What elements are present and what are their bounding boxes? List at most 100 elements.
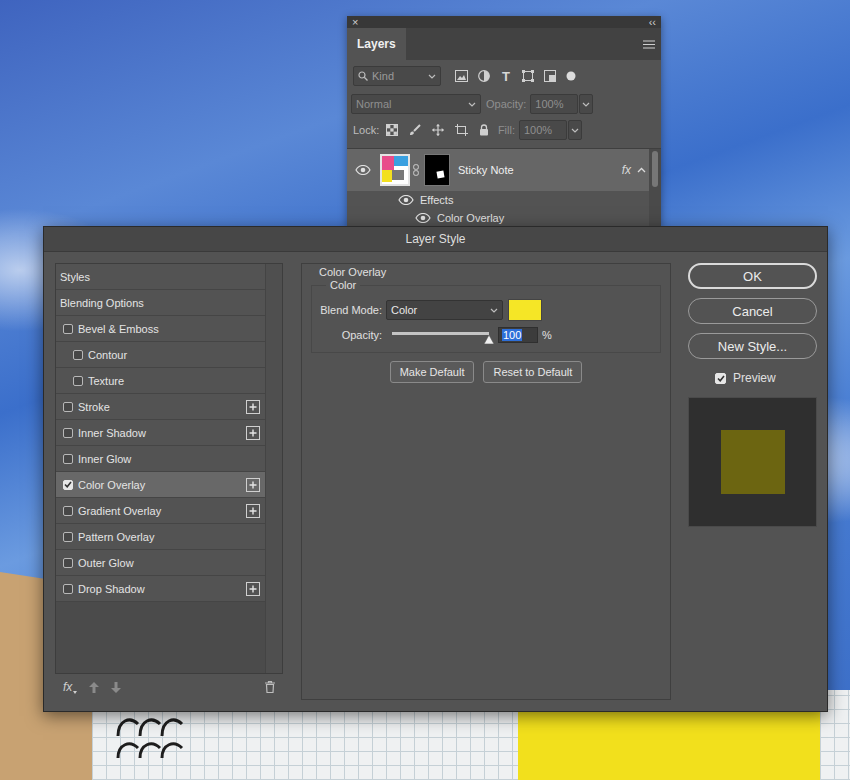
style-item[interactable]: Texture [56,368,265,394]
checkbox[interactable] [63,532,73,542]
layer-row[interactable]: Sticky Notefx [347,149,649,191]
checkbox[interactable] [715,373,726,384]
panel-menu[interactable] [643,28,661,60]
add-slot[interactable] [246,478,260,492]
color-swatch[interactable] [508,299,542,321]
lock-transparent-icon[interactable] [386,124,398,136]
style-entry[interactable]: Contour [60,349,246,361]
dialog-button[interactable]: New Style... [688,333,817,359]
checkbox[interactable] [73,350,83,360]
type-filter-icon[interactable]: T [500,69,512,84]
dialog-button[interactable]: OK [688,263,817,289]
checkbox[interactable] [63,506,73,516]
layers-tab[interactable]: Layers [347,28,406,60]
move-down-icon[interactable] [111,682,121,693]
preview-toggle[interactable]: Preview [688,368,817,388]
checkbox[interactable] [63,324,73,334]
fx-badge[interactable]: fx [622,163,631,177]
close-button[interactable]: × [352,16,358,28]
visibility-eye-icon[interactable] [415,213,431,223]
scroll-thumb[interactable] [652,151,658,187]
style-item[interactable]: Styles [56,264,265,290]
style-entry[interactable]: Inner Shadow [60,427,246,439]
style-item[interactable]: Blending Options [56,290,265,316]
lock-paint-icon[interactable] [409,124,421,136]
style-item[interactable]: Gradient Overlay [56,498,265,524]
opacity-slider[interactable] [392,332,489,335]
checkbox[interactable] [63,480,73,490]
fx-button[interactable]: fx [63,680,72,694]
style-entry[interactable]: Inner Glow [60,453,246,465]
plus-icon[interactable] [246,426,260,440]
fx-menu[interactable]: fx [63,680,77,694]
layer-thumbnail[interactable] [380,154,410,186]
style-entry[interactable]: Styles [60,271,246,283]
blend-mode-dropdown[interactable]: Normal [351,94,481,114]
visibility-eye-icon[interactable] [355,165,371,175]
add-slot[interactable] [246,582,260,596]
plus-icon[interactable] [246,400,260,414]
add-slot[interactable] [246,426,260,440]
add-slot[interactable] [246,504,260,518]
effect-row[interactable]: Color Overlay [347,209,649,227]
filter-toggle-icon[interactable] [566,71,576,81]
default-button[interactable]: Make Default [390,361,475,383]
effects-row[interactable]: Effects [347,191,649,209]
style-item[interactable]: Color Overlay [56,472,265,498]
list-scrollbar[interactable] [265,264,282,673]
style-entry[interactable]: Drop Shadow [60,583,246,595]
fill-dropdown[interactable] [568,120,582,140]
style-entry[interactable]: Pattern Overlay [60,531,246,543]
plus-icon[interactable] [246,504,260,518]
checkbox[interactable] [73,376,83,386]
style-item[interactable]: Stroke [56,394,265,420]
style-item[interactable]: Pattern Overlay [56,524,265,550]
dialog-button[interactable]: Cancel [688,298,817,324]
fill-field[interactable]: 100% [519,120,567,140]
expand-chevron-icon[interactable] [637,167,646,173]
move-up-icon[interactable] [89,682,99,693]
filter-kind-dropdown[interactable]: Kind [353,66,441,86]
scrollbar[interactable] [649,149,661,227]
style-entry[interactable]: Color Overlay [60,479,246,491]
plus-icon[interactable] [246,478,260,492]
visibility-eye-icon[interactable] [398,195,414,205]
lock-position-icon[interactable] [432,124,444,136]
opacity-input[interactable]: 100 [498,327,538,343]
checkbox[interactable] [63,428,73,438]
lock-artboard-icon[interactable] [455,124,468,136]
link-chain-icon[interactable] [413,164,419,176]
opacity-dropdown[interactable] [579,94,593,114]
style-entry[interactable]: Stroke [60,401,246,413]
style-item[interactable]: Inner Shadow [56,420,265,446]
default-button[interactable]: Reset to Default [483,361,582,383]
layer-name[interactable]: Sticky Note [458,164,622,176]
menu-icon[interactable] [643,40,655,49]
add-slot[interactable] [246,400,260,414]
pixel-filter-icon[interactable] [455,70,468,82]
style-item[interactable]: Inner Glow [56,446,265,472]
lock-all-icon[interactable] [479,124,489,136]
collapse-button[interactable]: ‹‹ [649,16,656,28]
opacity-field[interactable]: 100% [530,94,578,114]
style-entry[interactable]: Gradient Overlay [60,505,246,517]
shape-filter-icon[interactable] [522,70,534,82]
style-entry[interactable]: Outer Glow [60,557,246,569]
style-item[interactable]: Bevel & Emboss [56,316,265,342]
smart-object-filter-icon[interactable] [544,70,556,82]
checkbox[interactable] [63,402,73,412]
layer-mask-thumbnail[interactable] [424,154,450,186]
checkbox[interactable] [63,558,73,568]
plus-icon[interactable] [246,582,260,596]
style-item[interactable]: Contour [56,342,265,368]
blend-mode-select[interactable]: Color [386,300,503,320]
style-entry[interactable]: Bevel & Emboss [60,323,246,335]
style-entry[interactable]: Texture [60,375,246,387]
style-entry[interactable]: Blending Options [60,297,246,309]
style-item[interactable]: Drop Shadow [56,576,265,602]
trash-icon[interactable] [265,681,275,693]
style-item[interactable]: Outer Glow [56,550,265,576]
slider-thumb-icon[interactable] [484,335,494,344]
adjustment-filter-icon[interactable] [478,70,490,82]
checkbox[interactable] [63,454,73,464]
